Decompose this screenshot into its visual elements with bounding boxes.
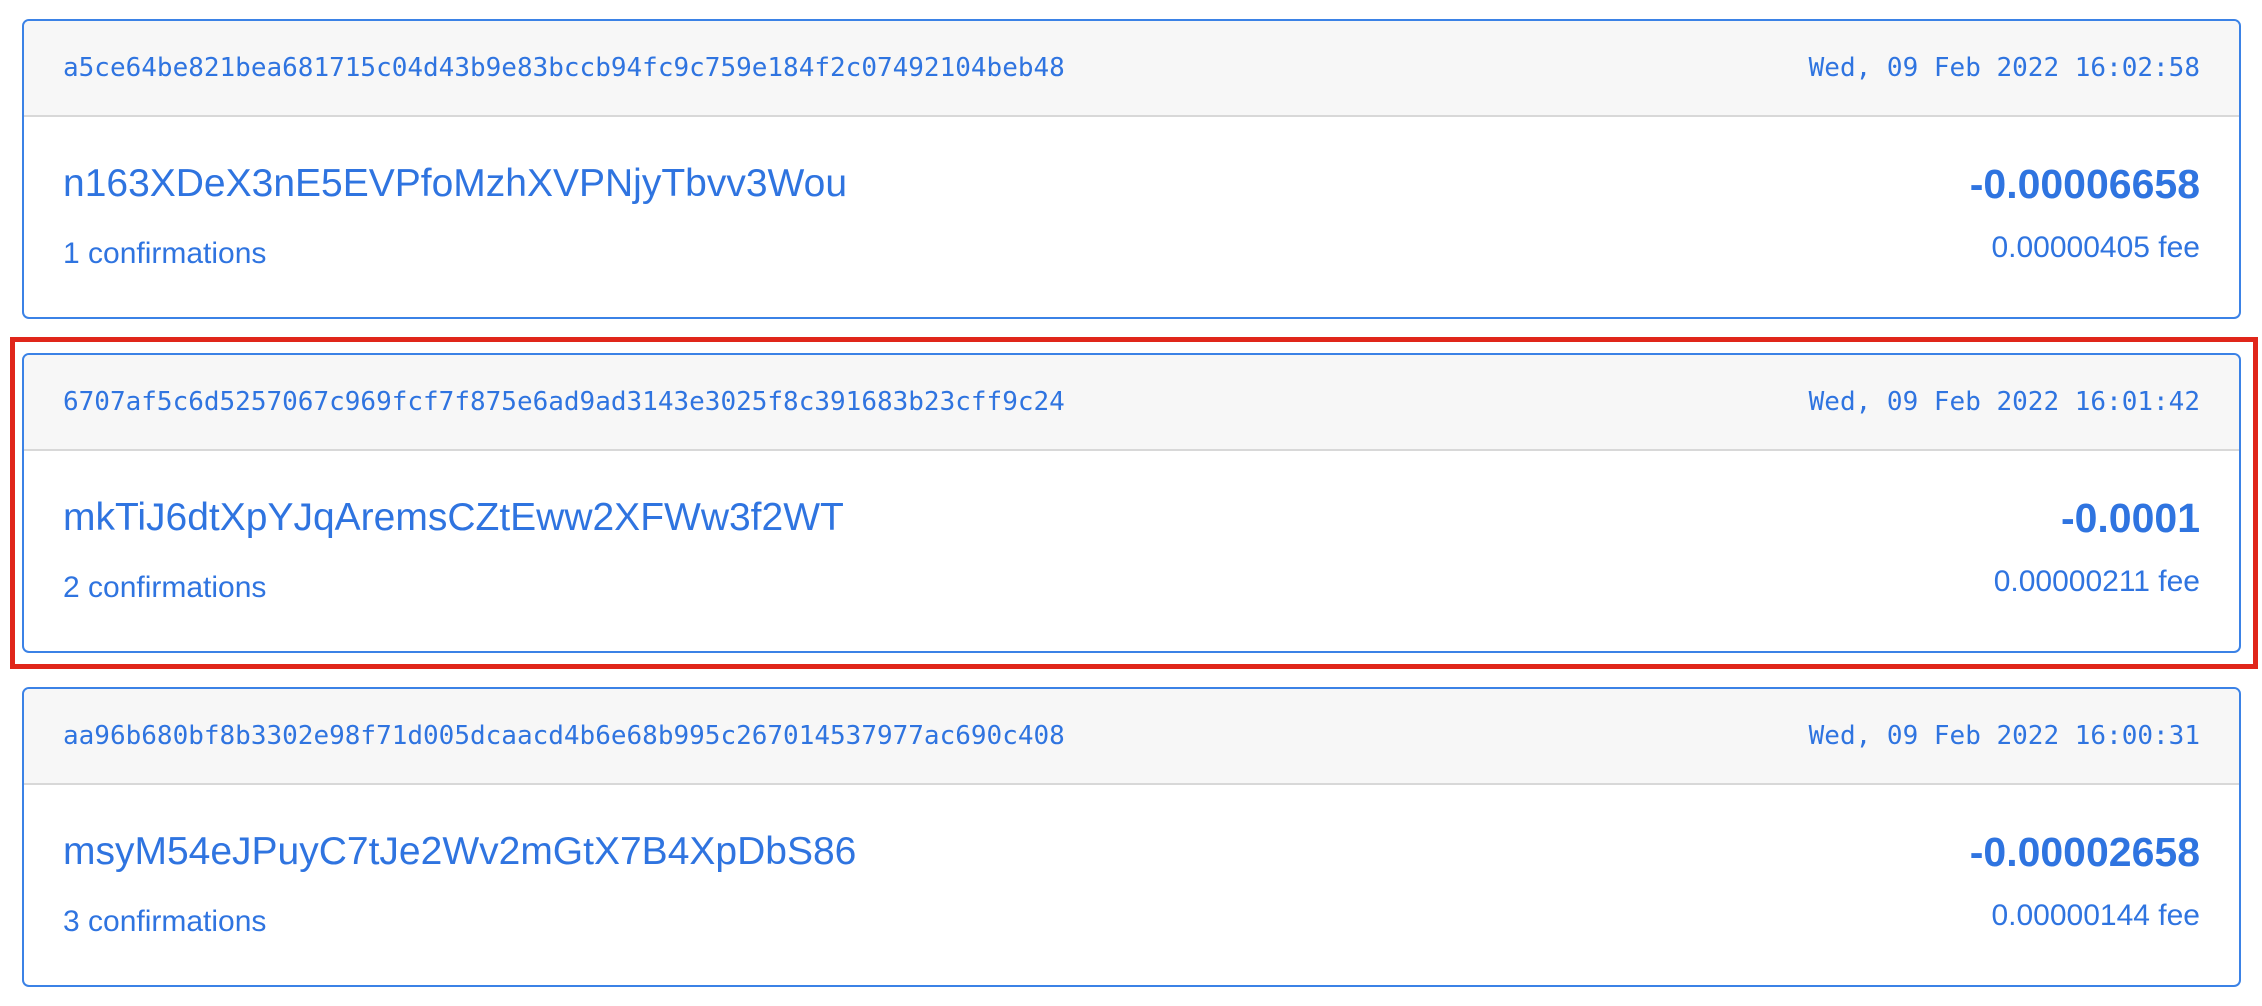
transaction-amount: -0.00006658 <box>1969 161 2200 207</box>
transaction-confirmations: 3 confirmations <box>63 905 267 938</box>
transaction-timestamp: Wed, 09 Feb 2022 16:01:42 <box>1808 387 2200 417</box>
transaction-confirmations: 1 confirmations <box>63 237 267 270</box>
transaction-hash-link[interactable]: a5ce64be821bea681715c04d43b9e83bccb94fc9… <box>63 51 1065 85</box>
transaction-hash-link[interactable]: 6707af5c6d5257067c969fcf7f875e6ad9ad3143… <box>63 385 1065 419</box>
transaction-hash-link[interactable]: aa96b680bf8b3302e98f71d005dcaacd4b6e68b9… <box>63 719 1065 753</box>
transaction-confirmations: 2 confirmations <box>63 571 267 604</box>
transaction-header: aa96b680bf8b3302e98f71d005dcaacd4b6e68b9… <box>24 689 2239 785</box>
transaction-card[interactable]: 6707af5c6d5257067c969fcf7f875e6ad9ad3143… <box>22 353 2241 653</box>
transaction-amount: -0.0001 <box>2060 495 2200 541</box>
transaction-card[interactable]: a5ce64be821bea681715c04d43b9e83bccb94fc9… <box>22 19 2241 319</box>
transaction-header: 6707af5c6d5257067c969fcf7f875e6ad9ad3143… <box>24 355 2239 451</box>
transaction-fee: 0.00000211 fee <box>1993 565 2200 598</box>
transaction-fee: 0.00000405 fee <box>1991 231 2200 264</box>
transaction-address-link[interactable]: n163XDeX3nE5EVPfoMzhXVPNjyTbvv3Wou <box>63 160 847 208</box>
transaction-timestamp: Wed, 09 Feb 2022 16:00:31 <box>1808 721 2200 751</box>
transaction-address-link[interactable]: mkTiJ6dtXpYJqAremsCZtEww2XFWw3f2WT <box>63 494 844 542</box>
transaction-header: a5ce64be821bea681715c04d43b9e83bccb94fc9… <box>24 21 2239 117</box>
transaction-fee: 0.00000144 fee <box>1991 899 2200 932</box>
transaction-amount: -0.00002658 <box>1969 829 2200 875</box>
transaction-card[interactable]: aa96b680bf8b3302e98f71d005dcaacd4b6e68b9… <box>22 687 2241 987</box>
transaction-address-link[interactable]: msyM54eJPuyC7tJe2Wv2mGtX7B4XpDbS86 <box>63 828 856 876</box>
transaction-list: a5ce64be821bea681715c04d43b9e83bccb94fc9… <box>0 0 2262 1006</box>
transaction-timestamp: Wed, 09 Feb 2022 16:02:58 <box>1808 53 2200 83</box>
